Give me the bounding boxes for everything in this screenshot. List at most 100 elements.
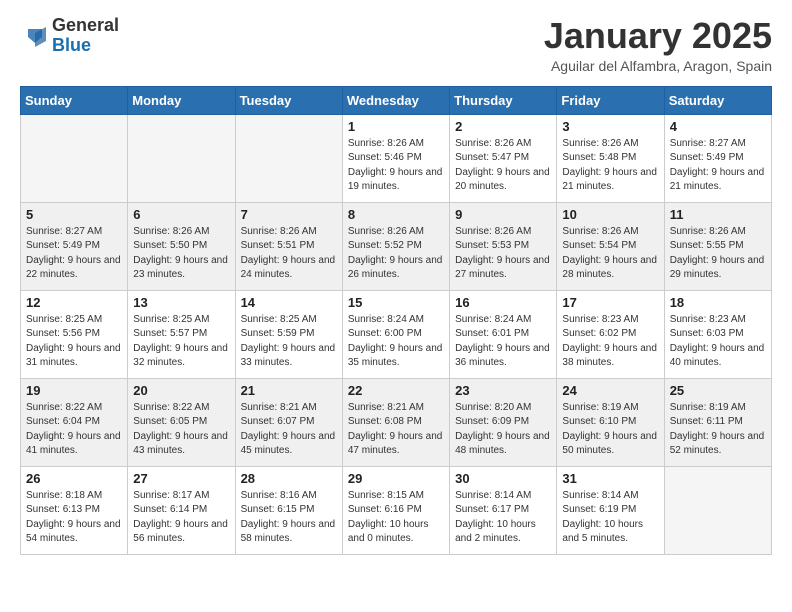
calendar-day-cell: 8 Sunrise: 8:26 AMSunset: 5:52 PMDaylight… [342,202,449,290]
day-number: 21 [241,383,337,398]
day-info: Sunrise: 8:26 AMSunset: 5:46 PMDaylight:… [348,137,444,195]
calendar-day-cell: 16 Sunrise: 8:24 AMSunset: 6:01 PMDayligh… [450,290,557,378]
calendar-day-cell: 6 Sunrise: 8:26 AMSunset: 5:50 PMDaylight… [128,202,235,290]
day-number: 24 [562,383,658,398]
day-number: 2 [455,119,551,134]
day-of-week-header: Wednesday [342,86,449,114]
day-number: 18 [670,295,766,310]
calendar-header: SundayMondayTuesdayWednesdayThursdayFrid… [21,86,772,114]
day-of-week-header: Friday [557,86,664,114]
day-info: Sunrise: 8:23 AMSunset: 6:02 PMDaylight:… [562,313,658,371]
day-info: Sunrise: 8:18 AMSunset: 6:13 PMDaylight:… [26,489,122,547]
day-info: Sunrise: 8:26 AMSunset: 5:50 PMDaylight:… [133,225,229,283]
logo-icon [20,21,50,51]
calendar-body: 1 Sunrise: 8:26 AMSunset: 5:46 PMDaylight… [21,114,772,554]
calendar-day-cell: 9 Sunrise: 8:26 AMSunset: 5:53 PMDaylight… [450,202,557,290]
day-info: Sunrise: 8:20 AMSunset: 6:09 PMDaylight:… [455,401,551,459]
day-info: Sunrise: 8:14 AMSunset: 6:17 PMDaylight:… [455,489,551,547]
logo: General Blue [20,16,119,56]
day-number: 14 [241,295,337,310]
calendar-day-cell: 12Sunrise: 8:25 AMSunset: 5:56 PMDayligh… [21,290,128,378]
day-number: 25 [670,383,766,398]
day-info: Sunrise: 8:27 AMSunset: 5:49 PMDaylight:… [26,225,122,283]
calendar-day-cell: 31 Sunrise: 8:14 AMSunset: 6:19 PMDayligh… [557,466,664,554]
day-number: 7 [241,207,337,222]
day-info: Sunrise: 8:25 AMSunset: 5:56 PMDaylight:… [26,313,122,371]
calendar-day-cell: 3 Sunrise: 8:26 AMSunset: 5:48 PMDaylight… [557,114,664,202]
day-info: Sunrise: 8:26 AMSunset: 5:54 PMDaylight:… [562,225,658,283]
day-info: Sunrise: 8:26 AMSunset: 5:52 PMDaylight:… [348,225,444,283]
logo-blue: Blue [52,35,91,55]
day-info: Sunrise: 8:17 AMSunset: 6:14 PMDaylight:… [133,489,229,547]
day-info: Sunrise: 8:19 AMSunset: 6:10 PMDaylight:… [562,401,658,459]
day-info: Sunrise: 8:21 AMSunset: 6:08 PMDaylight:… [348,401,444,459]
day-number: 23 [455,383,551,398]
day-info: Sunrise: 8:23 AMSunset: 6:03 PMDaylight:… [670,313,766,371]
day-number: 6 [133,207,229,222]
day-number: 8 [348,207,444,222]
page: General Blue January 2025 Aguilar del Al… [0,0,792,571]
day-number: 13 [133,295,229,310]
calendar-day-cell: 10Sunrise: 8:26 AMSunset: 5:54 PMDayligh… [557,202,664,290]
day-number: 29 [348,471,444,486]
calendar-week-row: 26 Sunrise: 8:18 AMSunset: 6:13 PMDayligh… [21,466,772,554]
header: General Blue January 2025 Aguilar del Al… [20,16,772,74]
location: Aguilar del Alfambra, Aragon, Spain [544,58,772,74]
calendar-day-cell: 7 Sunrise: 8:26 AMSunset: 5:51 PMDaylight… [235,202,342,290]
day-info: Sunrise: 8:25 AMSunset: 5:57 PMDaylight:… [133,313,229,371]
day-number: 5 [26,207,122,222]
day-info: Sunrise: 8:26 AMSunset: 5:55 PMDaylight:… [670,225,766,283]
day-number: 9 [455,207,551,222]
day-number: 31 [562,471,658,486]
calendar-day-cell: 4Sunrise: 8:27 AMSunset: 5:49 PMDaylight… [664,114,771,202]
day-number: 22 [348,383,444,398]
calendar-day-cell: 5 Sunrise: 8:27 AMSunset: 5:49 PMDaylight… [21,202,128,290]
calendar-week-row: 1 Sunrise: 8:26 AMSunset: 5:46 PMDaylight… [21,114,772,202]
calendar-day-cell [664,466,771,554]
day-number: 3 [562,119,658,134]
calendar-week-row: 19Sunrise: 8:22 AMSunset: 6:04 PMDayligh… [21,378,772,466]
logo-text: General Blue [52,16,119,56]
day-of-week-header: Sunday [21,86,128,114]
calendar-day-cell: 23 Sunrise: 8:20 AMSunset: 6:09 PMDayligh… [450,378,557,466]
day-number: 26 [26,471,122,486]
calendar-day-cell: 18 Sunrise: 8:23 AMSunset: 6:03 PMDayligh… [664,290,771,378]
month-title: January 2025 [544,16,772,56]
day-of-week-header: Saturday [664,86,771,114]
day-number: 30 [455,471,551,486]
day-info: Sunrise: 8:22 AMSunset: 6:04 PMDaylight:… [26,401,122,459]
day-info: Sunrise: 8:22 AMSunset: 6:05 PMDaylight:… [133,401,229,459]
day-info: Sunrise: 8:24 AMSunset: 6:01 PMDaylight:… [455,313,551,371]
calendar-day-cell: 30 Sunrise: 8:14 AMSunset: 6:17 PMDayligh… [450,466,557,554]
day-number: 1 [348,119,444,134]
day-info: Sunrise: 8:14 AMSunset: 6:19 PMDaylight:… [562,489,658,547]
day-number: 20 [133,383,229,398]
day-number: 17 [562,295,658,310]
day-of-week-header: Tuesday [235,86,342,114]
title-area: January 2025 Aguilar del Alfambra, Arago… [544,16,772,74]
day-number: 27 [133,471,229,486]
calendar-day-cell [21,114,128,202]
day-number: 15 [348,295,444,310]
calendar-day-cell [235,114,342,202]
day-info: Sunrise: 8:26 AMSunset: 5:48 PMDaylight:… [562,137,658,195]
calendar-day-cell: 22 Sunrise: 8:21 AMSunset: 6:08 PMDayligh… [342,378,449,466]
day-number: 28 [241,471,337,486]
calendar-day-cell: 28Sunrise: 8:16 AMSunset: 6:15 PMDayligh… [235,466,342,554]
day-info: Sunrise: 8:26 AMSunset: 5:53 PMDaylight:… [455,225,551,283]
calendar-day-cell: 21 Sunrise: 8:21 AMSunset: 6:07 PMDayligh… [235,378,342,466]
calendar-day-cell: 11Sunrise: 8:26 AMSunset: 5:55 PMDayligh… [664,202,771,290]
calendar-table: SundayMondayTuesdayWednesdayThursdayFrid… [20,86,772,555]
calendar-day-cell: 25Sunrise: 8:19 AMSunset: 6:11 PMDayligh… [664,378,771,466]
calendar-day-cell: 14Sunrise: 8:25 AMSunset: 5:59 PMDayligh… [235,290,342,378]
day-info: Sunrise: 8:21 AMSunset: 6:07 PMDaylight:… [241,401,337,459]
day-info: Sunrise: 8:26 AMSunset: 5:51 PMDaylight:… [241,225,337,283]
day-of-week-header: Monday [128,86,235,114]
calendar-day-cell: 19Sunrise: 8:22 AMSunset: 6:04 PMDayligh… [21,378,128,466]
day-of-week-header: Thursday [450,86,557,114]
day-number: 16 [455,295,551,310]
day-info: Sunrise: 8:24 AMSunset: 6:00 PMDaylight:… [348,313,444,371]
day-info: Sunrise: 8:26 AMSunset: 5:47 PMDaylight:… [455,137,551,195]
calendar-week-row: 5 Sunrise: 8:27 AMSunset: 5:49 PMDaylight… [21,202,772,290]
calendar-day-cell: 26 Sunrise: 8:18 AMSunset: 6:13 PMDayligh… [21,466,128,554]
